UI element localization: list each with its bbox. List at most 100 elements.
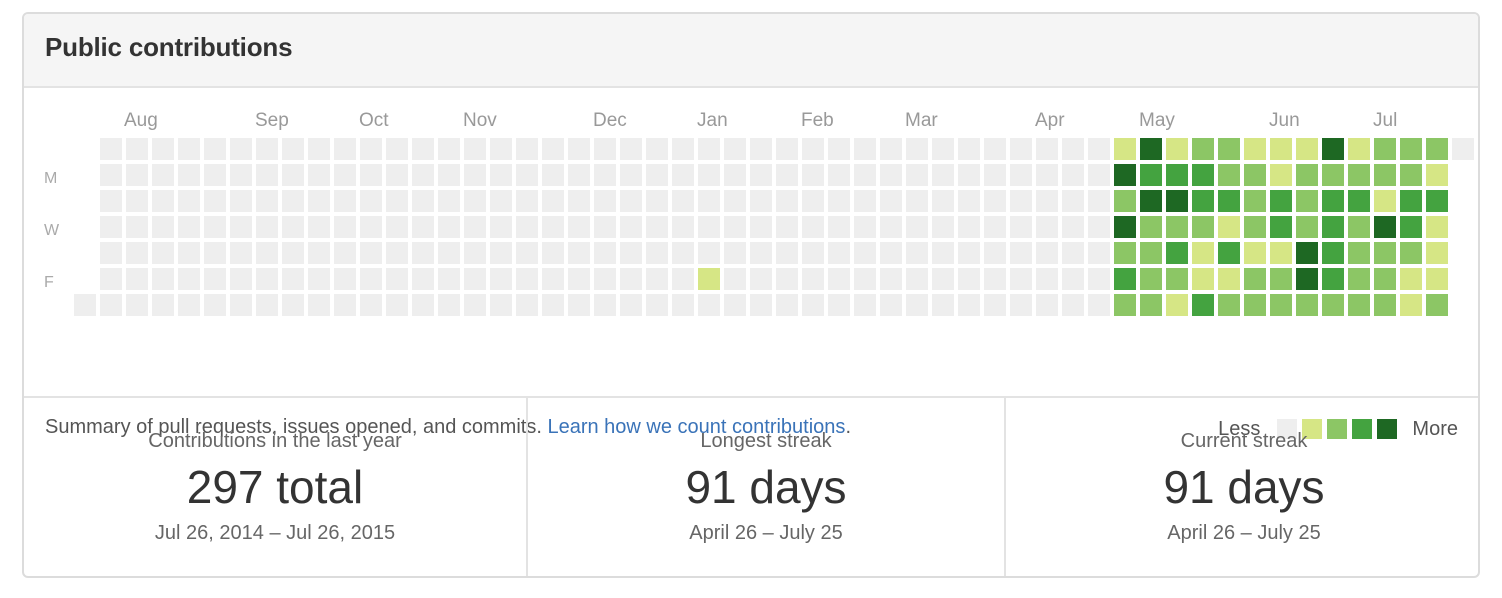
day-cell[interactable]: [1036, 294, 1058, 316]
day-cell[interactable]: [1322, 190, 1344, 212]
day-cell[interactable]: [152, 268, 174, 290]
day-cell[interactable]: [282, 242, 304, 264]
day-cell[interactable]: [1192, 294, 1214, 316]
day-cell[interactable]: [1036, 216, 1058, 238]
day-cell[interactable]: [1010, 242, 1032, 264]
day-cell[interactable]: [828, 190, 850, 212]
day-cell[interactable]: [282, 138, 304, 160]
day-cell[interactable]: [646, 294, 668, 316]
day-cell[interactable]: [854, 190, 876, 212]
day-cell[interactable]: [360, 164, 382, 186]
day-cell[interactable]: [464, 164, 486, 186]
day-cell[interactable]: [412, 268, 434, 290]
day-cell[interactable]: [178, 242, 200, 264]
day-cell[interactable]: [1270, 190, 1292, 212]
day-cell[interactable]: [1270, 242, 1292, 264]
day-cell[interactable]: [1426, 138, 1448, 160]
day-cell[interactable]: [516, 190, 538, 212]
day-cell[interactable]: [100, 190, 122, 212]
day-cell[interactable]: [152, 138, 174, 160]
day-cell[interactable]: [1322, 268, 1344, 290]
day-cell[interactable]: [1244, 242, 1266, 264]
day-cell[interactable]: [1166, 242, 1188, 264]
day-cell[interactable]: [932, 268, 954, 290]
day-cell[interactable]: [1166, 138, 1188, 160]
day-cell[interactable]: [178, 294, 200, 316]
day-cell[interactable]: [282, 268, 304, 290]
day-cell[interactable]: [490, 242, 512, 264]
day-cell[interactable]: [802, 268, 824, 290]
day-cell[interactable]: [1426, 294, 1448, 316]
day-cell[interactable]: [958, 164, 980, 186]
day-cell[interactable]: [1270, 138, 1292, 160]
day-cell[interactable]: [802, 138, 824, 160]
day-cell[interactable]: [776, 242, 798, 264]
day-cell[interactable]: [1010, 164, 1032, 186]
day-cell[interactable]: [256, 164, 278, 186]
day-cell[interactable]: [386, 294, 408, 316]
day-cell[interactable]: [854, 294, 876, 316]
day-cell[interactable]: [620, 190, 642, 212]
day-cell[interactable]: [178, 216, 200, 238]
day-cell[interactable]: [178, 268, 200, 290]
day-cell[interactable]: [334, 190, 356, 212]
day-cell[interactable]: [880, 268, 902, 290]
day-cell[interactable]: [1426, 190, 1448, 212]
day-cell[interactable]: [1114, 294, 1136, 316]
day-cell[interactable]: [854, 242, 876, 264]
day-cell[interactable]: [594, 190, 616, 212]
day-cell[interactable]: [1218, 268, 1240, 290]
day-cell[interactable]: [568, 294, 590, 316]
day-cell[interactable]: [1270, 294, 1292, 316]
day-cell[interactable]: [568, 164, 590, 186]
day-cell[interactable]: [1322, 138, 1344, 160]
day-cell[interactable]: [1062, 138, 1084, 160]
day-cell[interactable]: [1322, 294, 1344, 316]
day-cell[interactable]: [620, 268, 642, 290]
day-cell[interactable]: [256, 190, 278, 212]
day-cell[interactable]: [438, 242, 460, 264]
day-cell[interactable]: [620, 216, 642, 238]
day-cell[interactable]: [438, 216, 460, 238]
day-cell[interactable]: [126, 268, 148, 290]
day-cell[interactable]: [984, 138, 1006, 160]
day-cell[interactable]: [100, 138, 122, 160]
day-cell[interactable]: [204, 164, 226, 186]
day-cell[interactable]: [1114, 216, 1136, 238]
day-cell[interactable]: [828, 138, 850, 160]
day-cell[interactable]: [724, 242, 746, 264]
day-cell[interactable]: [1270, 268, 1292, 290]
day-cell[interactable]: [360, 242, 382, 264]
day-cell[interactable]: [750, 216, 772, 238]
day-cell[interactable]: [698, 242, 720, 264]
day-cell[interactable]: [386, 190, 408, 212]
day-cell[interactable]: [230, 138, 252, 160]
day-cell[interactable]: [490, 138, 512, 160]
day-cell[interactable]: [672, 294, 694, 316]
day-cell[interactable]: [1244, 294, 1266, 316]
day-cell[interactable]: [1244, 268, 1266, 290]
day-cell[interactable]: [308, 216, 330, 238]
day-cell[interactable]: [594, 216, 616, 238]
day-cell[interactable]: [594, 268, 616, 290]
day-cell[interactable]: [100, 164, 122, 186]
day-cell[interactable]: [1322, 164, 1344, 186]
day-cell[interactable]: [932, 294, 954, 316]
day-cell[interactable]: [1400, 242, 1422, 264]
day-cell[interactable]: [204, 190, 226, 212]
day-cell[interactable]: [1400, 294, 1422, 316]
day-cell[interactable]: [958, 138, 980, 160]
day-cell[interactable]: [958, 268, 980, 290]
day-cell[interactable]: [152, 216, 174, 238]
day-cell[interactable]: [282, 216, 304, 238]
day-cell[interactable]: [126, 190, 148, 212]
day-cell[interactable]: [1218, 138, 1240, 160]
day-cell[interactable]: [802, 190, 824, 212]
day-cell[interactable]: [750, 164, 772, 186]
day-cell[interactable]: [958, 190, 980, 212]
day-cell[interactable]: [1374, 268, 1396, 290]
day-cell[interactable]: [308, 190, 330, 212]
day-cell[interactable]: [334, 268, 356, 290]
day-cell[interactable]: [282, 294, 304, 316]
day-cell[interactable]: [230, 268, 252, 290]
